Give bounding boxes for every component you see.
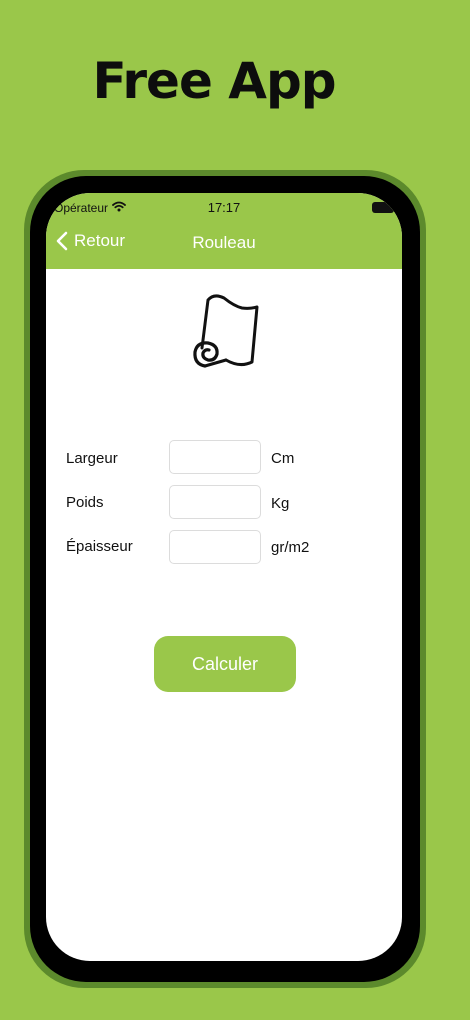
epaisseur-unit: gr/m2 bbox=[271, 539, 310, 556]
navigation-bar: Opérateur 17:17 Retour Rouleau bbox=[46, 193, 402, 269]
battery-icon bbox=[372, 202, 394, 213]
poids-label: Poids bbox=[66, 494, 104, 511]
largeur-unit: Cm bbox=[271, 450, 295, 467]
largeur-input[interactable] bbox=[169, 440, 261, 474]
paper-roll-icon bbox=[188, 290, 264, 377]
calculate-button[interactable]: Calculer bbox=[154, 636, 296, 692]
poids-input[interactable] bbox=[169, 485, 261, 519]
epaisseur-input[interactable] bbox=[169, 530, 261, 564]
screen-title: Rouleau bbox=[192, 233, 256, 252]
phone-screen: Opérateur 17:17 Retour Rouleau Largeur C… bbox=[46, 193, 402, 961]
promo-headline: Free App bbox=[92, 52, 336, 110]
poids-unit: Kg bbox=[271, 495, 290, 512]
epaisseur-label: Épaisseur bbox=[66, 538, 133, 555]
largeur-label: Largeur bbox=[66, 450, 118, 467]
status-time: 17:17 bbox=[207, 200, 241, 215]
